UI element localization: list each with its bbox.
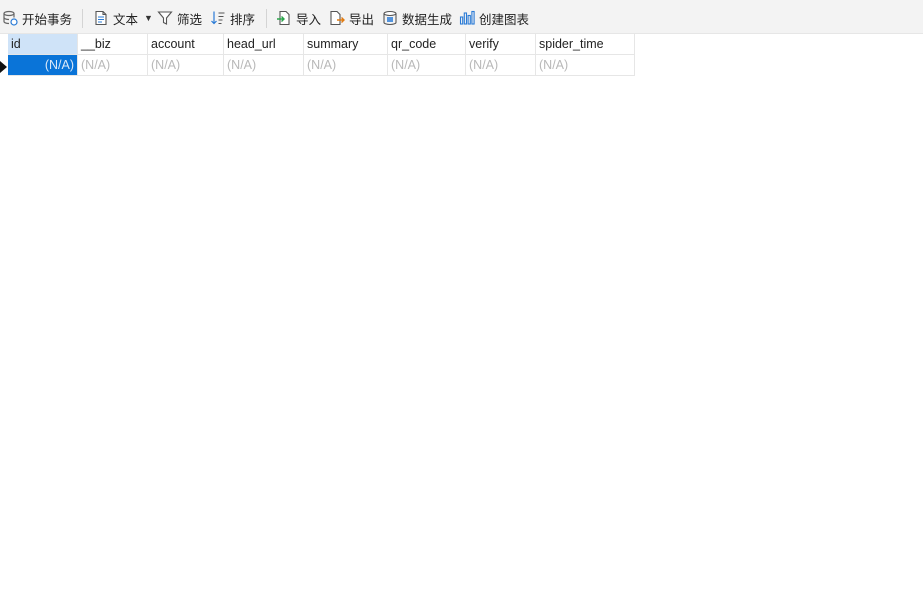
sort-icon bbox=[211, 11, 225, 25]
import-icon bbox=[277, 10, 290, 26]
database-transaction-icon bbox=[3, 10, 18, 26]
filter-button[interactable]: 筛选 bbox=[157, 8, 202, 28]
begin-transaction-label: 开始事务 bbox=[22, 12, 73, 27]
data-generation-icon bbox=[383, 10, 397, 26]
current-row-pointer-icon bbox=[0, 61, 7, 73]
text-label: 文本 bbox=[113, 12, 139, 27]
create-chart-label: 创建图表 bbox=[479, 12, 530, 27]
toolbar-separator bbox=[266, 9, 267, 28]
toolbar-separator bbox=[82, 9, 83, 28]
column-header-qr-code[interactable]: qr_code bbox=[388, 34, 466, 55]
toolbar: 开始事务 文本 ▼ 筛选 排序 导入 导出 数据生成 创建图表 bbox=[0, 0, 923, 34]
table-cell-account[interactable]: (N/A) bbox=[148, 55, 224, 76]
column-header-biz[interactable]: __biz bbox=[78, 34, 148, 55]
column-header-id[interactable]: id bbox=[8, 34, 78, 55]
data-generation-label: 数据生成 bbox=[402, 12, 453, 27]
column-header-account[interactable]: account bbox=[148, 34, 224, 55]
create-chart-button[interactable]: 创建图表 bbox=[459, 8, 529, 28]
sort-button[interactable]: 排序 bbox=[210, 8, 255, 28]
table-cell-summary[interactable]: (N/A) bbox=[304, 55, 388, 76]
begin-transaction-button[interactable]: 开始事务 bbox=[2, 8, 72, 28]
table-cell-verify[interactable]: (N/A) bbox=[466, 55, 536, 76]
export-icon bbox=[330, 10, 345, 26]
export-button[interactable]: 导出 bbox=[329, 8, 374, 28]
filter-funnel-icon bbox=[157, 11, 173, 25]
column-header-head-url[interactable]: head_url bbox=[224, 34, 304, 55]
table-cell-id[interactable]: (N/A) bbox=[8, 55, 78, 76]
document-icon bbox=[95, 10, 107, 26]
column-header-spider-time[interactable]: spider_time bbox=[536, 34, 635, 55]
text-button[interactable]: 文本 ▼ bbox=[93, 8, 153, 28]
filter-label: 筛选 bbox=[177, 12, 203, 27]
chart-icon bbox=[459, 10, 475, 25]
data-generation-button[interactable]: 数据生成 bbox=[382, 8, 452, 28]
table-cell-head-url[interactable]: (N/A) bbox=[224, 55, 304, 76]
column-header-verify[interactable]: verify bbox=[466, 34, 536, 55]
chevron-down-icon[interactable]: ▼ bbox=[144, 13, 153, 23]
sort-label: 排序 bbox=[230, 12, 256, 27]
column-header-summary[interactable]: summary bbox=[304, 34, 388, 55]
table-cell-biz[interactable]: (N/A) bbox=[78, 55, 148, 76]
import-button[interactable]: 导入 bbox=[276, 8, 321, 28]
table-cell-qr-code[interactable]: (N/A) bbox=[388, 55, 466, 76]
import-label: 导入 bbox=[296, 12, 322, 27]
export-label: 导出 bbox=[349, 12, 375, 27]
table-cell-spider-time[interactable]: (N/A) bbox=[536, 55, 635, 76]
